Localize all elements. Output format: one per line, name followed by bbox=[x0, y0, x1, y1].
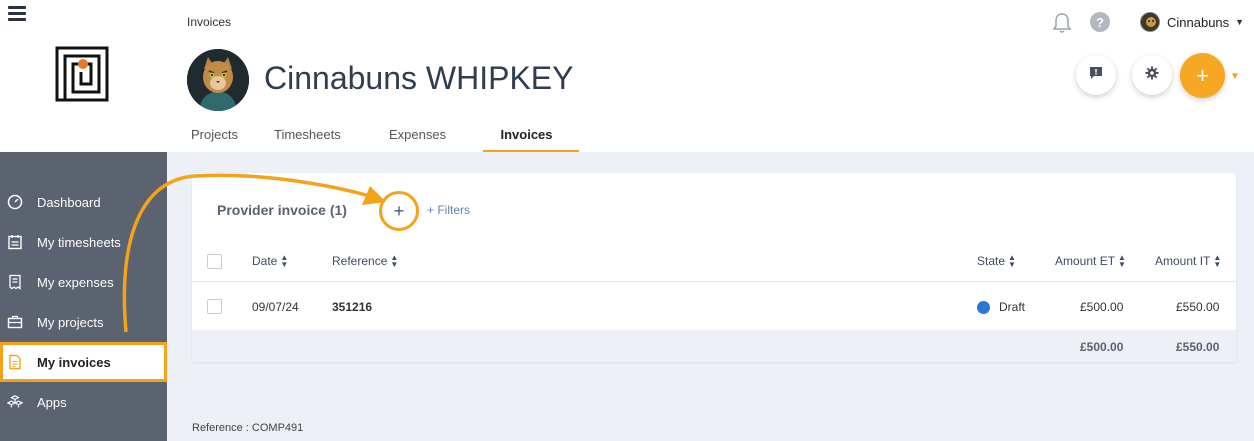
user-menu[interactable]: Cinnabuns ▼ bbox=[1140, 12, 1244, 32]
column-header-date[interactable]: Date ▲ ▼ bbox=[252, 253, 289, 269]
feedback-button[interactable] bbox=[1076, 55, 1116, 95]
column-label: Amount ET bbox=[1055, 254, 1116, 268]
tab-projects[interactable]: Projects bbox=[182, 118, 265, 152]
footer-reference: Reference : COMP491 bbox=[192, 422, 304, 434]
column-label: Reference bbox=[332, 254, 388, 268]
column-header-reference[interactable]: Reference ▲ ▼ bbox=[332, 253, 399, 269]
add-invoice-button[interactable]: + bbox=[379, 191, 419, 231]
page-header: Invoices ? Cinnabuns ▼ Cinnabuns WHIPKEY bbox=[167, 0, 1254, 152]
sidebar-nav: Dashboard My timesheets My expenses My p… bbox=[0, 182, 167, 422]
invoice-card: Provider invoice (1) + + Filters Date ▲ ▼… bbox=[192, 173, 1236, 362]
row-reference[interactable]: 351216 bbox=[332, 300, 372, 314]
dashboard-icon bbox=[7, 194, 23, 210]
sidebar-item-apps[interactable]: Apps bbox=[0, 382, 167, 422]
chevron-down-icon: ▼ bbox=[1235, 17, 1245, 27]
sidebar: Dashboard My timesheets My expenses My p… bbox=[0, 0, 167, 441]
sidebar-item-projects[interactable]: My projects bbox=[0, 302, 167, 342]
total-amount-et: £500.00 bbox=[1080, 340, 1124, 354]
row-date: 09/07/24 bbox=[252, 300, 299, 314]
chevron-down-icon[interactable]: ▼ bbox=[1230, 71, 1240, 82]
sidebar-item-expenses[interactable]: My expenses bbox=[0, 262, 167, 302]
settings-button[interactable] bbox=[1132, 55, 1172, 95]
profile-avatar bbox=[187, 49, 249, 111]
column-label: Amount IT bbox=[1155, 254, 1211, 268]
divider bbox=[192, 281, 1236, 282]
gear-icon bbox=[1145, 66, 1159, 85]
add-button[interactable]: + bbox=[1180, 53, 1225, 98]
column-label: Date bbox=[252, 254, 278, 268]
total-amount-it: £550.00 bbox=[1176, 340, 1220, 354]
sidebar-item-label: My timesheets bbox=[37, 234, 121, 250]
sort-icon: ▲ ▼ bbox=[1213, 253, 1222, 269]
chat-alert-icon bbox=[1089, 66, 1103, 85]
tab-invoices[interactable]: Invoices bbox=[483, 118, 579, 152]
sidebar-item-invoices[interactable]: My invoices bbox=[0, 342, 167, 382]
menu-icon[interactable] bbox=[8, 6, 26, 22]
column-header-amount-et[interactable]: Amount ET ▲ ▼ bbox=[1055, 253, 1126, 269]
row-amount-it: £550.00 bbox=[1176, 300, 1220, 314]
tab-expenses[interactable]: Expenses bbox=[380, 118, 483, 152]
sort-icon: ▲ ▼ bbox=[390, 253, 399, 269]
status-dot bbox=[977, 301, 990, 314]
page-title: Cinnabuns WHIPKEY bbox=[264, 60, 574, 96]
sidebar-item-label: My invoices bbox=[37, 354, 111, 370]
select-all-checkbox[interactable] bbox=[207, 254, 222, 269]
briefcase-icon bbox=[7, 314, 23, 330]
apps-icon bbox=[7, 394, 23, 410]
bell-icon[interactable] bbox=[1052, 12, 1072, 34]
help-icon[interactable]: ? bbox=[1090, 12, 1110, 32]
row-checkbox[interactable] bbox=[207, 299, 222, 314]
card-title: Provider invoice (1) bbox=[217, 202, 347, 218]
sidebar-item-label: My projects bbox=[37, 314, 104, 330]
column-header-amount-it[interactable]: Amount IT ▲ ▼ bbox=[1155, 253, 1222, 269]
sidebar-item-label: My expenses bbox=[37, 274, 114, 290]
column-header-state[interactable]: State ▲ ▼ bbox=[977, 253, 1016, 269]
breadcrumb[interactable]: Invoices bbox=[187, 15, 231, 29]
filters-button[interactable]: + Filters bbox=[427, 203, 470, 217]
user-name: Cinnabuns bbox=[1167, 14, 1230, 30]
column-label: State bbox=[977, 254, 1006, 268]
tab-bar: Projects Timesheets Expenses Invoices bbox=[182, 118, 579, 152]
sidebar-item-label: Dashboard bbox=[37, 194, 101, 210]
sidebar-item-dashboard[interactable]: Dashboard bbox=[0, 182, 167, 222]
company-logo bbox=[55, 46, 109, 102]
receipt-icon bbox=[7, 274, 23, 290]
tab-timesheets[interactable]: Timesheets bbox=[265, 118, 380, 152]
status-badge: Draft bbox=[999, 300, 1026, 314]
sort-icon: ▲ ▼ bbox=[1118, 253, 1126, 269]
invoice-icon bbox=[7, 354, 23, 370]
sidebar-header bbox=[0, 0, 167, 152]
sidebar-item-label: Apps bbox=[37, 394, 67, 410]
timesheet-icon bbox=[7, 234, 23, 250]
sidebar-item-timesheets[interactable]: My timesheets bbox=[0, 222, 167, 262]
avatar bbox=[1140, 12, 1160, 32]
sort-icon: ▲ ▼ bbox=[280, 253, 289, 269]
row-amount-et: £500.00 bbox=[1080, 300, 1124, 314]
sort-icon: ▲ ▼ bbox=[1008, 253, 1016, 269]
